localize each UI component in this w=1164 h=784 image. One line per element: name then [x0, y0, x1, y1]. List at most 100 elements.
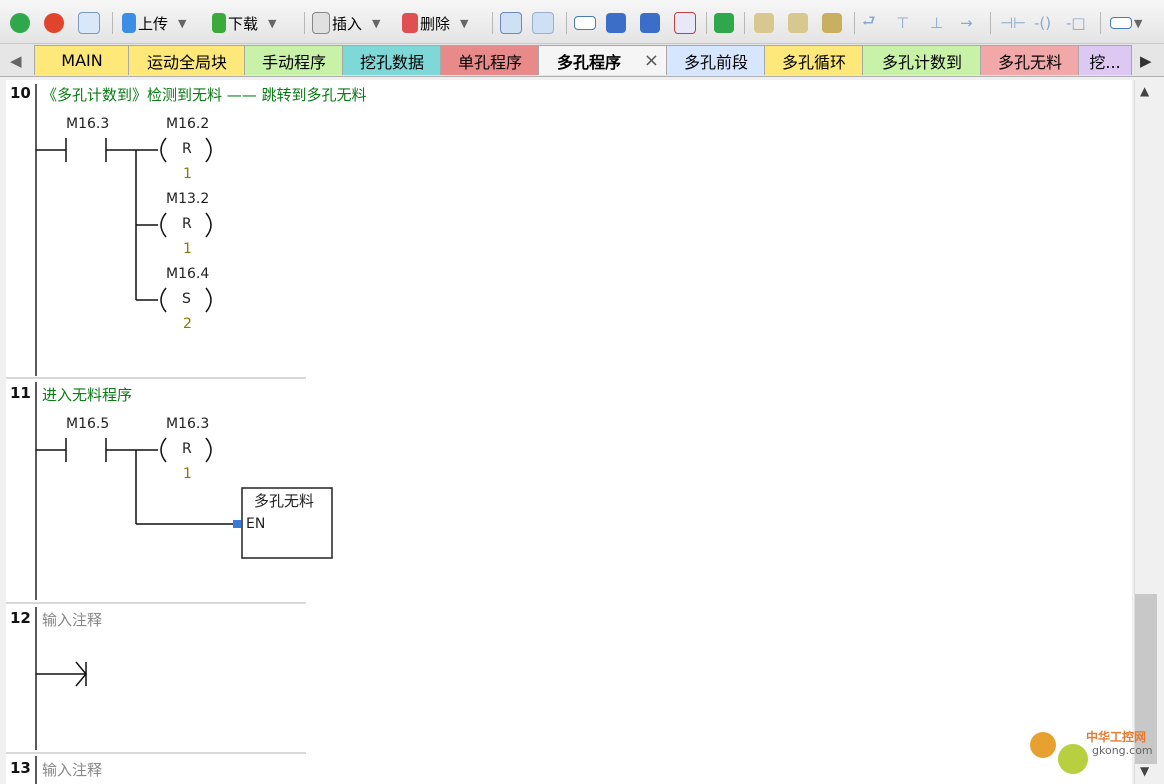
lock-button[interactable]	[754, 10, 776, 36]
ladder-editor[interactable]: 10 《多孔计数到》检测到无料 —— 跳转到多孔无料 M16.3 M16.2 R…	[6, 80, 1132, 784]
tab-6[interactable]: 多孔前段	[666, 45, 766, 75]
coil-address[interactable]: M13.2	[166, 191, 209, 207]
tab-label: 多孔前段	[683, 52, 748, 72]
coil-address[interactable]: M16.3	[166, 416, 209, 432]
stop-icon	[44, 13, 64, 33]
chevron-down-icon: ▼	[372, 16, 381, 30]
scroll-up-icon[interactable]: ▲	[1140, 84, 1149, 98]
insert-button[interactable]: 插入 ▼	[312, 10, 380, 36]
box-icon: -□	[1066, 14, 1086, 32]
toolbar-separator	[566, 12, 567, 34]
upload-button[interactable]: 上传 ▼	[122, 10, 186, 36]
tab-4[interactable]: 单孔程序	[440, 45, 540, 75]
run-icon	[10, 13, 30, 33]
forward-button[interactable]	[640, 10, 662, 36]
tab-label: 多孔程序	[557, 52, 622, 72]
contact-address[interactable]: M16.5	[66, 416, 109, 432]
clear-icon	[674, 12, 696, 34]
network-comment[interactable]: 输入注释	[42, 759, 102, 780]
contact-address[interactable]: M16.3	[66, 116, 109, 132]
coil-address[interactable]: M16.2	[166, 116, 209, 132]
gear-icon	[1058, 744, 1088, 774]
network-button[interactable]	[500, 10, 524, 36]
clear-button[interactable]	[674, 10, 698, 36]
more-icon	[1110, 17, 1132, 29]
toolbar-separator	[112, 12, 113, 34]
download-arrow-icon	[212, 13, 226, 33]
tab-scroll-left-icon[interactable]: ◀	[10, 52, 22, 70]
network-icon	[532, 12, 554, 34]
run-button[interactable]	[10, 10, 32, 36]
contact-icon: ⊣⊢	[1000, 14, 1027, 32]
network-number: 13	[10, 759, 31, 777]
right-arrow-icon: →	[960, 14, 973, 32]
coil-value[interactable]: 1	[183, 466, 192, 482]
rect-icon	[574, 16, 596, 30]
line-right-button[interactable]: →	[960, 10, 973, 36]
coil-type: R	[182, 441, 192, 457]
tab-scroll-right-icon[interactable]: ▶	[1140, 52, 1152, 70]
tab-3[interactable]: 挖孔数据	[342, 45, 442, 75]
chevron-down-icon: ▼	[460, 16, 469, 30]
network-comment[interactable]: 《多孔计数到》检测到无料 —— 跳转到多孔无料	[42, 84, 367, 105]
watermark-text: 中华工控网	[1086, 730, 1147, 744]
coil-button[interactable]: -()	[1034, 10, 1051, 36]
toolbar-separator	[854, 12, 855, 34]
coil-address[interactable]: M16.4	[166, 266, 209, 282]
coil-value[interactable]: 1	[183, 241, 192, 257]
tab-5[interactable]: 多孔程序 ×	[538, 45, 668, 75]
branch-up-button[interactable]: ⊥	[930, 10, 943, 36]
tab-7[interactable]: 多孔循环	[764, 45, 864, 75]
tab-1[interactable]: 运动全局块	[128, 45, 246, 75]
branch-icon: ⮐	[862, 11, 876, 30]
tab-label: 多孔循环	[781, 52, 846, 72]
branch-down-button[interactable]: ⊤	[896, 10, 909, 36]
more-button[interactable]: ▼	[1110, 10, 1142, 36]
download-button[interactable]: 下载 ▼	[212, 10, 276, 36]
en-pin-marker	[233, 520, 241, 528]
stop-button[interactable]	[44, 10, 66, 36]
lock-add-icon	[822, 13, 842, 33]
tab-8[interactable]: 多孔计数到	[862, 45, 982, 75]
tab-0[interactable]: MAIN	[34, 45, 130, 75]
branch-button[interactable]: ⮐	[862, 10, 876, 36]
back-button[interactable]	[606, 10, 628, 36]
network-comment[interactable]: 输入注释	[42, 609, 102, 630]
upload-arrow-icon	[122, 13, 136, 33]
lock-add-button[interactable]	[822, 10, 844, 36]
rect-button[interactable]	[574, 10, 598, 36]
insert-icon	[312, 12, 330, 34]
goto-button[interactable]	[714, 10, 736, 36]
tab-label: 运动全局块	[146, 52, 227, 72]
lock-icon	[754, 13, 774, 33]
tab-10[interactable]: 挖...	[1078, 45, 1132, 75]
close-tab-icon[interactable]: ×	[644, 50, 659, 71]
tab-2[interactable]: 手动程序	[244, 45, 344, 75]
toolbar-separator	[990, 12, 991, 34]
forward-arrow-icon	[640, 13, 660, 33]
toolbar-separator	[1100, 12, 1101, 34]
toolbar-separator	[304, 12, 305, 34]
tab-9[interactable]: 多孔无料	[980, 45, 1080, 75]
unlock-button[interactable]	[788, 10, 810, 36]
toolbar-separator	[744, 12, 745, 34]
coil-value[interactable]: 2	[183, 316, 192, 332]
toolbar-separator	[706, 12, 707, 34]
coil-value[interactable]: 1	[183, 166, 192, 182]
network2-button[interactable]	[532, 10, 556, 36]
tab-label: 挖...	[1089, 52, 1121, 72]
compile-button[interactable]	[78, 10, 102, 36]
tab-label: MAIN	[61, 51, 103, 70]
network-comment[interactable]: 进入无料程序	[42, 384, 132, 405]
insert-label: 插入	[332, 14, 363, 33]
contact-button[interactable]: ⊣⊢	[1000, 10, 1026, 36]
download-label: 下载	[228, 14, 259, 33]
tab-label: 手动程序	[261, 52, 326, 72]
delete-button[interactable]: 删除 ▼	[402, 10, 468, 36]
gear-icon	[1030, 732, 1056, 758]
chevron-down-icon: ▼	[1134, 16, 1143, 30]
box-button[interactable]: -□	[1066, 10, 1086, 36]
tab-bar: ◀ MAIN 运动全局块 手动程序 挖孔数据 单孔程序 多孔程序 × 多孔前段 多孔循环 多孔计数…	[0, 44, 1164, 77]
block-title[interactable]: 多孔无料	[254, 490, 314, 511]
vertical-scrollbar[interactable]: ▲ ▼	[1134, 80, 1157, 784]
